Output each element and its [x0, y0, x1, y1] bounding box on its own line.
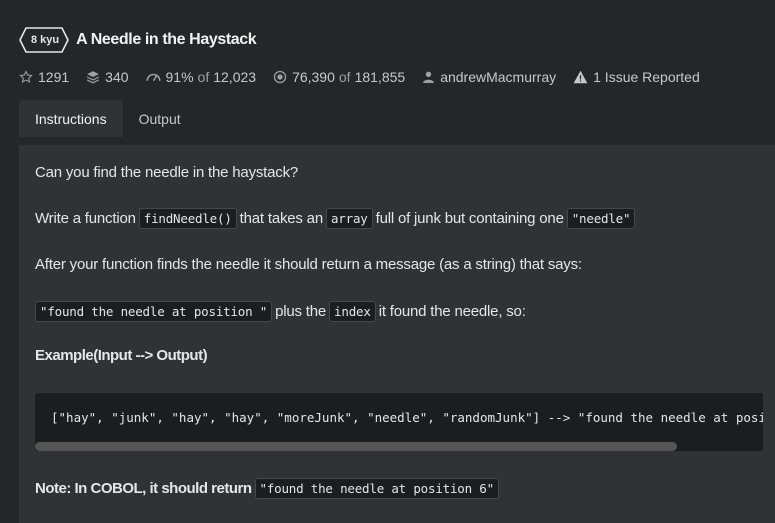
stars-count: 1291 — [38, 69, 70, 85]
description-paragraph-2: Write a function findNeedle() that takes… — [35, 208, 638, 229]
collections-count: 340 — [105, 69, 129, 85]
inline-code-cobol-message: "found the needle at position 6" — [254, 478, 499, 499]
author-stat[interactable]: andrewMacmurray — [422, 69, 556, 85]
issues-stat[interactable]: 1 Issue Reported — [573, 69, 700, 85]
description-paragraph-4: "found the needle at position " plus the… — [35, 301, 526, 322]
user-icon — [422, 70, 435, 84]
satisfaction-of: of — [197, 69, 210, 85]
gauge-icon — [145, 71, 161, 83]
satisfaction-percent: 91% — [165, 69, 194, 85]
kata-stats: 1291 340 91% of 12,023 76,390 of 181,855… — [19, 69, 717, 85]
completed-count: 76,390 — [292, 69, 335, 85]
p2-text-c: full of junk but containing one — [375, 210, 564, 227]
stack-icon — [86, 70, 100, 84]
issues-label: 1 Issue Reported — [593, 69, 700, 85]
stars-stat[interactable]: 1291 — [19, 69, 69, 85]
inline-code-index: index — [329, 301, 376, 322]
satisfaction-stat: 91% of 12,023 — [145, 69, 257, 85]
code-scrollbar-thumb[interactable] — [35, 442, 677, 451]
description-paragraph-1: Can you find the needle in the haystack? — [35, 164, 299, 181]
description-paragraph-3: After your function finds the needle it … — [35, 256, 582, 273]
target-icon — [273, 70, 287, 84]
example-code: ["hay", "junk", "hay", "hay", "moreJunk"… — [51, 410, 763, 425]
tab-output[interactable]: Output — [123, 100, 197, 137]
example-code-block: ["hay", "junk", "hay", "hay", "moreJunk"… — [35, 393, 763, 451]
instructions-panel: Can you find the needle in the haystack?… — [19, 145, 775, 523]
example-heading: Example(Input --> Output) — [35, 347, 208, 364]
rank-label: 8 kyu — [31, 34, 60, 46]
inline-code-array: array — [325, 208, 373, 229]
collections-stat: 340 — [86, 69, 129, 85]
p4-text-a: plus the — [275, 303, 327, 320]
rank-badge: 8 kyu — [19, 27, 69, 53]
star-icon — [19, 70, 33, 84]
author-name: andrewMacmurray — [440, 69, 557, 85]
note-text: Note: In COBOL, it should return — [35, 480, 252, 497]
inline-code-found-message: "found the needle at position " — [35, 301, 273, 322]
attempted-count: 181,855 — [354, 69, 406, 85]
inline-code-needle: "needle" — [566, 208, 636, 229]
p2-text-b: that takes an — [239, 210, 323, 227]
kata-title: A Needle in the Haystack — [76, 31, 257, 48]
inline-code-findneedle: findNeedle() — [138, 208, 237, 229]
completed-stat: 76,390 of 181,855 — [273, 69, 405, 85]
p4-text-b: it found the needle, so: — [378, 303, 526, 320]
tab-bar: Instructions Output — [19, 100, 197, 137]
code-scrollbar-track[interactable] — [35, 441, 763, 451]
votes-count: 12,023 — [213, 69, 257, 85]
tab-instructions[interactable]: Instructions — [19, 100, 123, 137]
warning-icon — [573, 70, 588, 84]
cobol-note: Note: In COBOL, it should return "found … — [35, 478, 502, 499]
completed-of: of — [338, 69, 351, 85]
p2-text-a: Write a function — [35, 210, 136, 227]
kata-header: 8 kyu A Needle in the Haystack — [19, 27, 257, 53]
